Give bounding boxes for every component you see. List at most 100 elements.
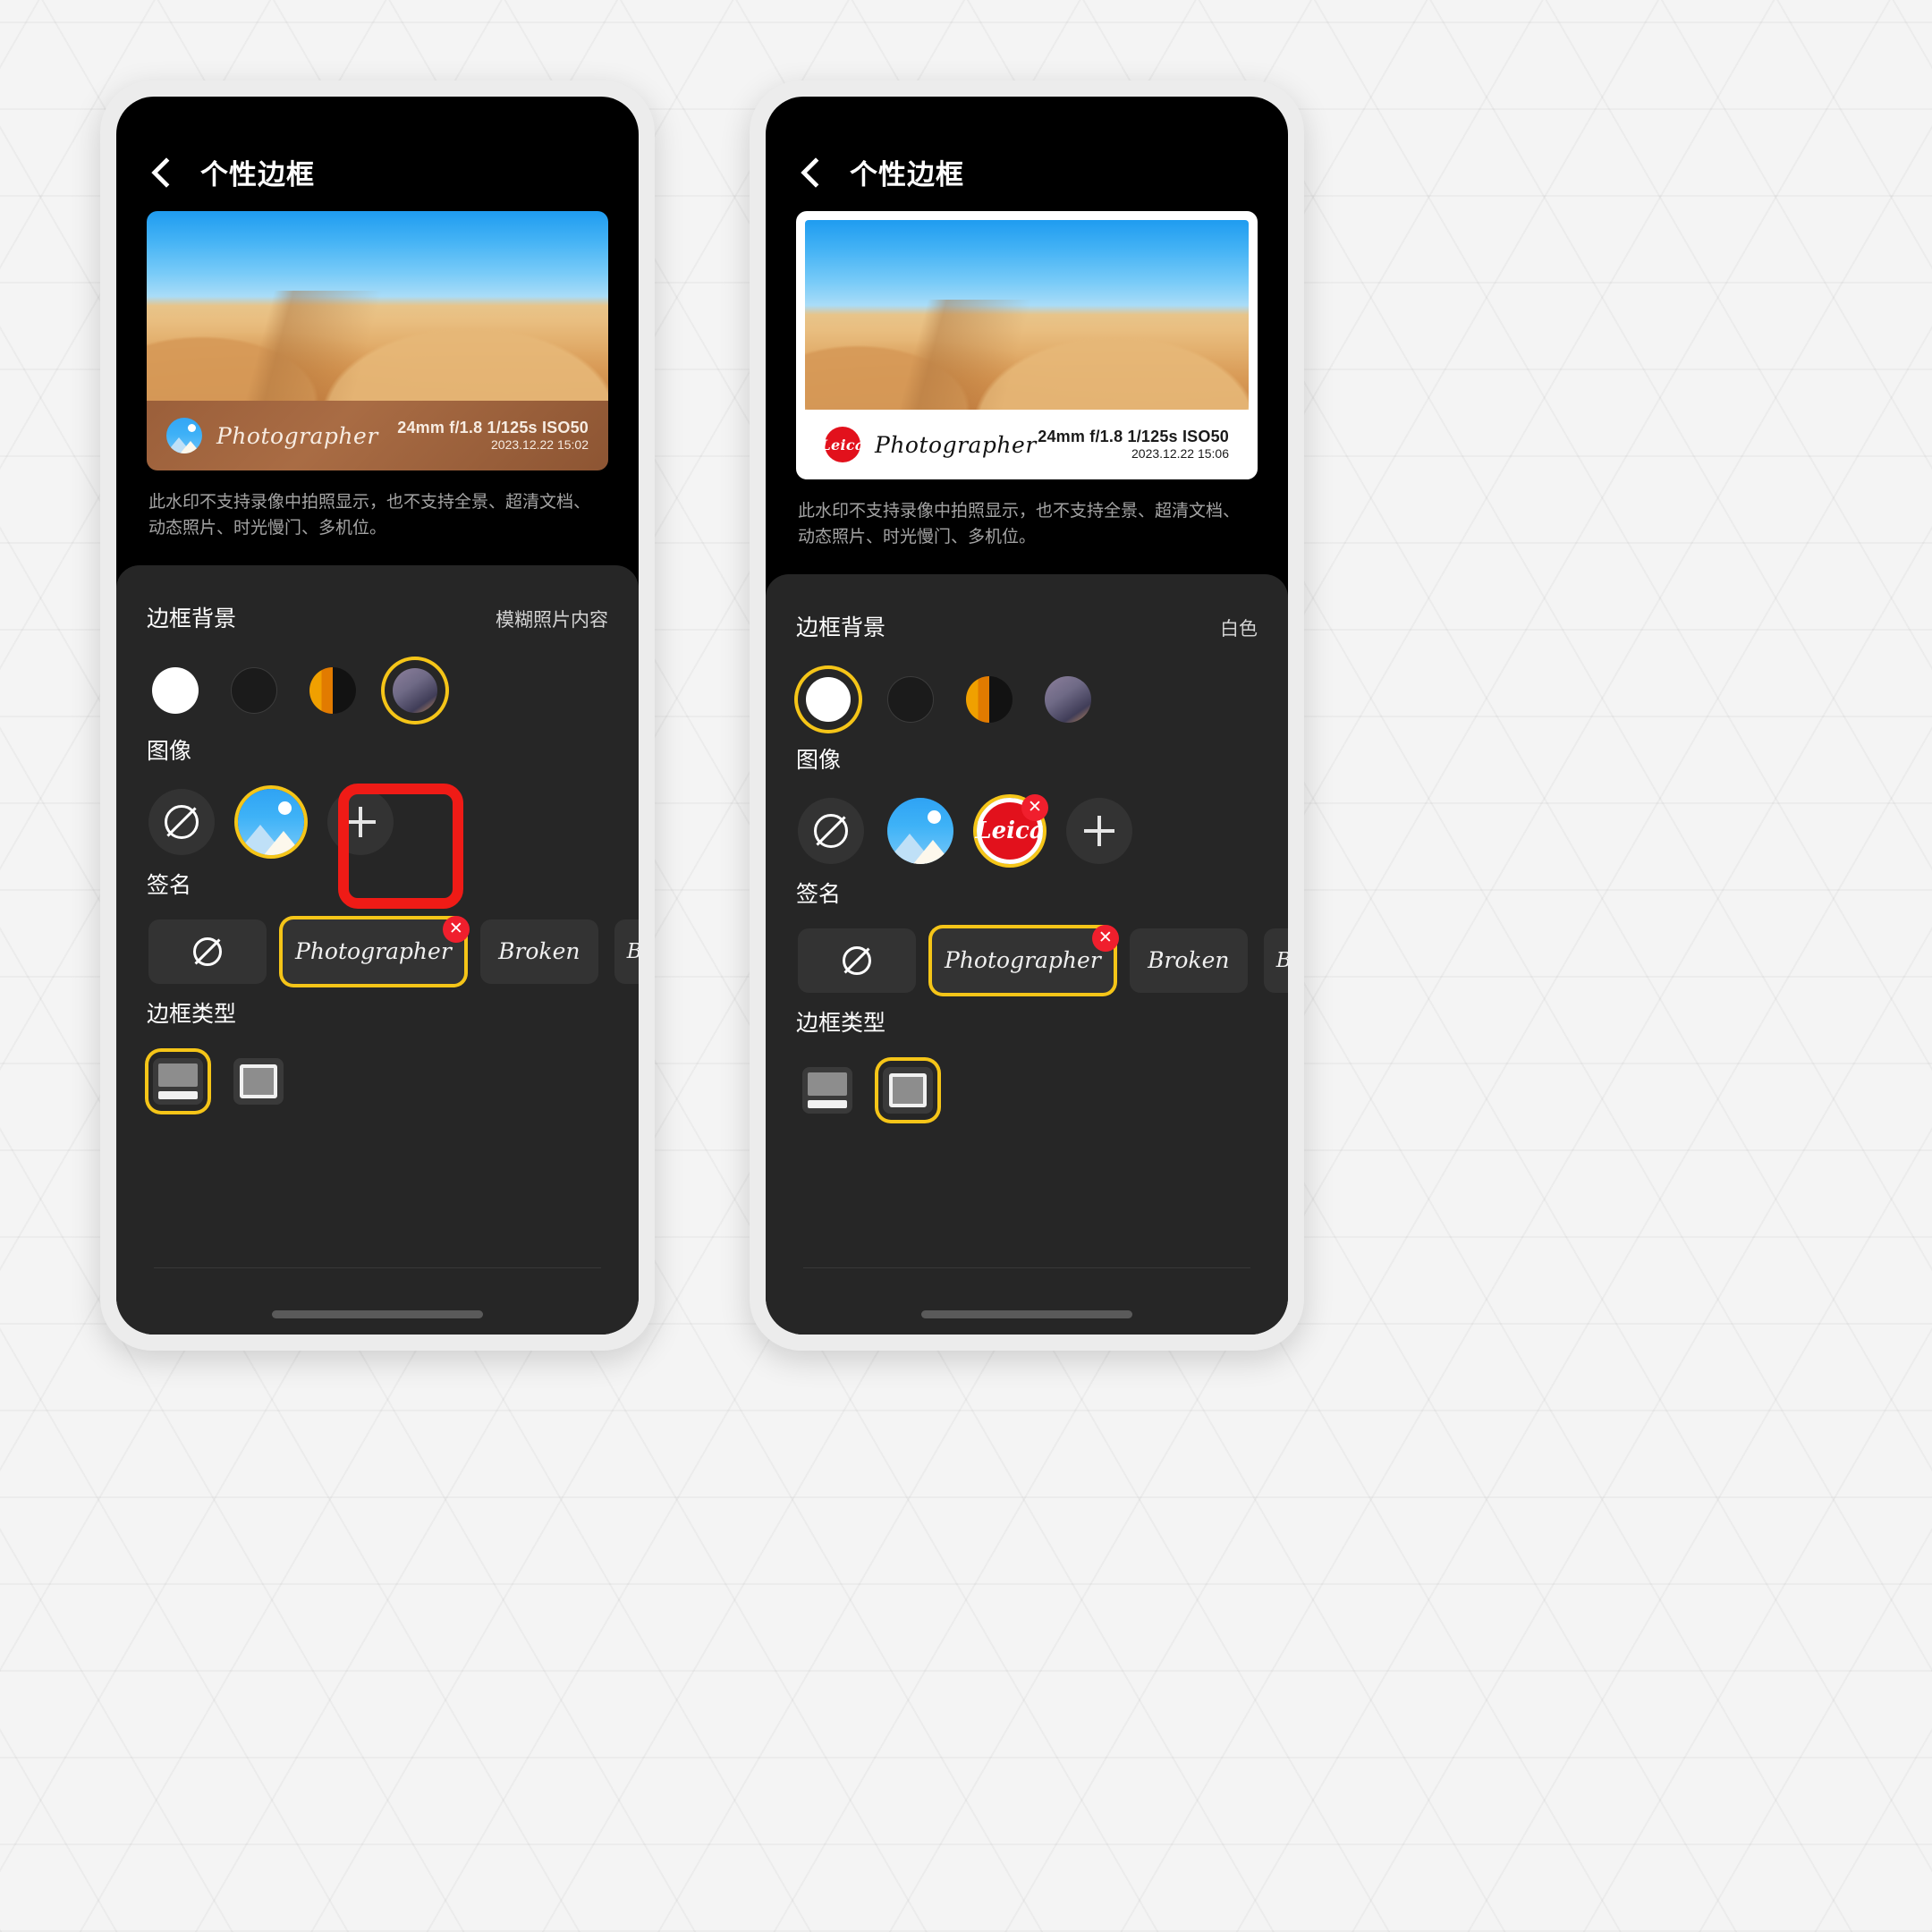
signature-option-broken-caps[interactable]: BROKEN: [1263, 928, 1288, 993]
phone-left: 个性边框 Photographer 24mm f/1.8 1/125s ISO5…: [100, 80, 655, 1351]
watermark-signature: Photographer: [875, 431, 1037, 458]
image-option-gallery[interactable]: [887, 797, 953, 864]
swatch-black[interactable]: [227, 664, 281, 717]
mountain-shape-2: [909, 839, 953, 864]
page-title: 个性边框: [200, 158, 315, 191]
signature-option-broken-caps[interactable]: BROKEN: [614, 919, 639, 984]
frame-type-bottom-bar[interactable]: [148, 1052, 208, 1111]
signature-option-photographer[interactable]: Photographer ✕: [283, 915, 470, 984]
frame-preview: [883, 1066, 933, 1114]
sun-shape: [928, 809, 941, 824]
chevron-left-icon[interactable]: [148, 158, 175, 185]
image-option-leica[interactable]: Leica ✕: [975, 793, 1048, 864]
settings-sheet: 边框背景 白色 图像 Leica ✕ 签名 Photographer ✕ Bro…: [766, 573, 1288, 1335]
plus-icon: [343, 805, 377, 839]
swatch-fill: [309, 666, 356, 714]
watermark-date: 2023.12.22 15:02: [491, 437, 589, 453]
watermark-exif: 24mm f/1.8 1/125s ISO50: [1038, 428, 1229, 446]
image-option-add[interactable]: [1066, 797, 1132, 864]
signature-option-photographer[interactable]: Photographer ✕: [932, 924, 1119, 993]
signature-option-row: Photographer ✕ Broken BROKEN: [792, 909, 1288, 993]
screenshot-stage: 个性边框 Photographer 24mm f/1.8 1/125s ISO5…: [0, 0, 1932, 1932]
swatch-white[interactable]: [148, 664, 202, 717]
signature-option-broken[interactable]: Broken: [1129, 928, 1248, 993]
frame-preview: [802, 1066, 852, 1114]
gallery-icon: [887, 797, 953, 864]
watermark-right: 24mm f/1.8 1/125s ISO50 2023.12.22 15:02: [397, 418, 589, 453]
remove-badge[interactable]: ✕: [1091, 924, 1119, 952]
section-header-signature: 签名: [792, 864, 1261, 909]
section-header-frame-type: 边框类型: [143, 984, 612, 1029]
preview-right: Leica Photographer 24mm f/1.8 1/125s ISO…: [766, 211, 1288, 479]
watermark-signature: Photographer: [216, 422, 378, 449]
swatch-blurimg[interactable]: [1041, 673, 1095, 726]
sheet-divider: [803, 1267, 1250, 1268]
frame-type-bottom-bar[interactable]: [798, 1061, 857, 1120]
swatch-fill: [887, 675, 934, 723]
signature-label: Broken: [498, 938, 580, 965]
hint-text: 此水印不支持录像中拍照显示，也不支持全景、超清文档、动态照片、时光慢门、多机位。: [148, 493, 591, 538]
watermark-date: 2023.12.22 15:06: [1131, 446, 1229, 462]
mountain-shape-2: [259, 830, 304, 855]
watermark-bar: Leica Photographer 24mm f/1.8 1/125s ISO…: [805, 410, 1249, 479]
image-option-none[interactable]: [148, 788, 215, 855]
no-entry-icon: [165, 804, 199, 839]
section-title-signature: 签名: [147, 872, 192, 898]
image-option-none[interactable]: [798, 797, 864, 864]
settings-sheet: 边框背景 模糊照片内容 图像 签名 Photographer ✕ Broken …: [116, 564, 639, 1335]
desert-photo: [805, 220, 1249, 411]
watermark-exif: 24mm f/1.8 1/125s ISO50: [397, 419, 589, 437]
signature-option-none[interactable]: [148, 919, 267, 984]
chevron-left-icon[interactable]: [798, 158, 825, 185]
image-option-row: [143, 766, 612, 909]
swatch-fill: [152, 666, 199, 714]
image-option-add[interactable]: [327, 788, 394, 855]
gallery-icon: [238, 788, 304, 855]
signature-label: Broken: [1148, 947, 1230, 974]
section-title-background: 边框背景: [147, 606, 237, 631]
desert-photo: [147, 211, 608, 402]
frame-preview: [153, 1057, 203, 1105]
signature-option-broken[interactable]: Broken: [479, 919, 598, 984]
photo-card: Photographer 24mm f/1.8 1/125s ISO50 202…: [147, 211, 608, 470]
swatch-fill: [231, 666, 277, 714]
image-option-gallery[interactable]: [238, 788, 304, 855]
section-title-image: 图像: [796, 747, 842, 773]
image-option-row: Leica ✕: [792, 775, 1261, 864]
home-indicator: [921, 1310, 1132, 1318]
watermark-left: Photographer: [166, 418, 378, 453]
watermark-left: Leica Photographer: [820, 427, 1037, 462]
remove-badge[interactable]: ✕: [1021, 793, 1048, 821]
swatch-white[interactable]: [798, 669, 859, 730]
section-header-image: 图像: [792, 730, 1261, 775]
section-title-image: 图像: [147, 738, 192, 764]
mountain-shape-2: [177, 441, 202, 453]
gallery-icon: [166, 418, 202, 453]
background-swatch-row: [792, 642, 1261, 730]
swatch-gradient[interactable]: [306, 664, 360, 717]
home-indicator: [272, 1310, 483, 1318]
section-value-background: 模糊照片内容: [496, 609, 608, 631]
section-header-signature: 签名: [143, 855, 612, 900]
signature-option-none[interactable]: [798, 928, 916, 993]
remove-badge[interactable]: ✕: [442, 915, 470, 943]
frame-photo-area: [240, 1063, 277, 1098]
swatch-gradient[interactable]: [962, 673, 1016, 726]
frame-photo-area: [158, 1063, 198, 1087]
section-value-background: 白色: [1220, 618, 1258, 640]
frame-photo-area: [808, 1072, 847, 1096]
section-title-frame-type: 边框类型: [147, 1001, 237, 1027]
sun-shape: [188, 424, 196, 432]
section-header-image: 图像: [143, 721, 612, 766]
phone-right: 个性边框 Leica Photographer 24mm f/1.8 1/125…: [750, 80, 1304, 1351]
no-entry-icon: [843, 945, 871, 975]
frame-type-all-around[interactable]: [878, 1061, 937, 1120]
swatch-black[interactable]: [884, 673, 937, 726]
screen-right: 个性边框 Leica Photographer 24mm f/1.8 1/125…: [766, 97, 1288, 1335]
frame-type-all-around[interactable]: [229, 1052, 288, 1111]
sheet-divider: [154, 1267, 601, 1268]
frame-bottom-strip: [158, 1090, 198, 1099]
swatch-blurimg[interactable]: [385, 660, 445, 721]
section-header-background: 边框背景 白色: [792, 597, 1261, 642]
section-title-signature: 签名: [796, 881, 842, 907]
